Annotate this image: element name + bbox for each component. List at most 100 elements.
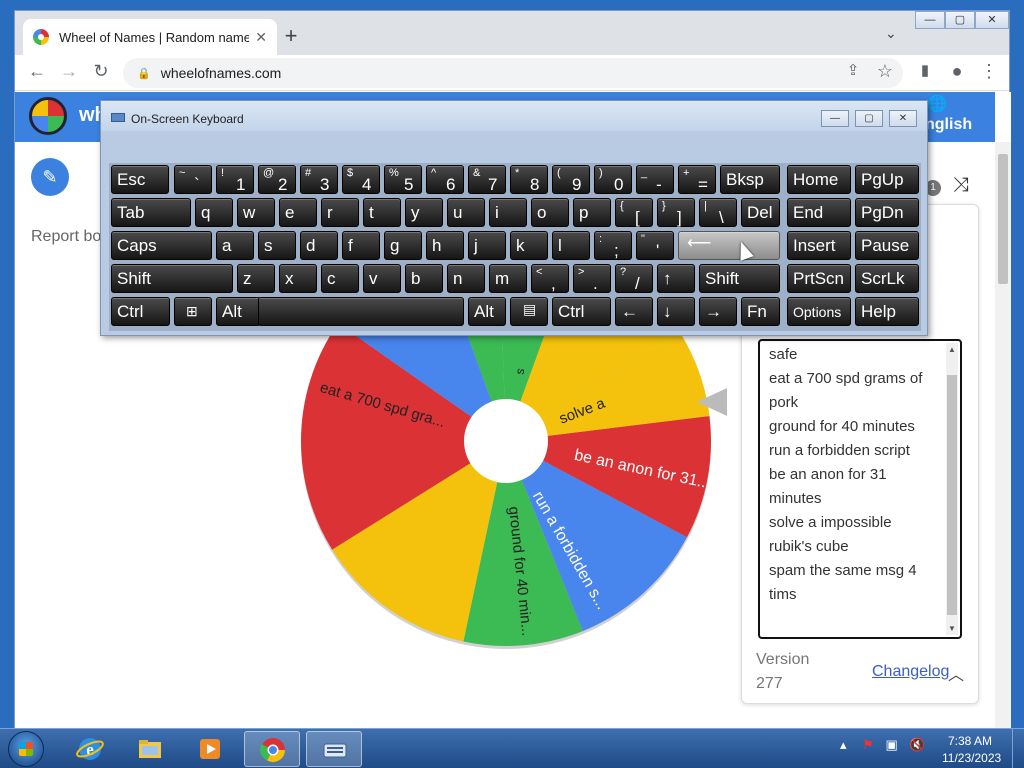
key-w[interactable]: w (237, 198, 275, 227)
minus-key[interactable]: _ - (636, 165, 674, 194)
share-icon[interactable]: ⇪ (841, 61, 865, 79)
minimize-button[interactable]: — (915, 11, 945, 29)
key-e[interactable]: e (279, 198, 317, 227)
windows-key[interactable]: ⊞ (174, 297, 212, 326)
osk-maximize-button[interactable]: ▢ (855, 110, 883, 127)
volume-muted-icon[interactable]: 🔇 (909, 737, 925, 752)
reload-icon[interactable]: ↻ (89, 61, 113, 82)
page-scrollbar[interactable] (995, 142, 1011, 729)
changelog-link[interactable]: Changelog (872, 663, 949, 681)
key-k[interactable]: k (510, 231, 548, 260)
backspace-key[interactable]: Bksp (720, 165, 780, 194)
bookmark-star-icon[interactable]: ☆ (873, 61, 897, 82)
scroll-down-icon[interactable]: ▼ (946, 624, 958, 633)
language-button[interactable]: nglish (925, 116, 972, 134)
forward-icon[interactable]: → (57, 61, 81, 82)
key-n2[interactable]: @2 (258, 165, 296, 194)
osk-title-bar[interactable]: On-Screen Keyboard — ▢ ✕ (101, 101, 927, 131)
arrow-up-key[interactable]: ↑ (657, 264, 695, 293)
tab-search-chevron-icon[interactable]: ⌄ (885, 25, 897, 42)
action-center-flag-icon[interactable]: ⚑ (862, 737, 874, 752)
equals-key[interactable]: + = (678, 165, 716, 194)
taskbar-on-screen-keyboard[interactable] (306, 731, 362, 767)
key-n8[interactable]: * 8 (510, 165, 548, 194)
entries-scrollbar-thumb[interactable] (947, 375, 957, 615)
key-o[interactable]: o (531, 198, 569, 227)
taskbar-file-explorer[interactable] (122, 731, 178, 767)
delete-key[interactable]: Del (741, 198, 780, 227)
ctrl-key-right[interactable]: Ctrl (552, 297, 611, 326)
period-key[interactable]: >. (573, 264, 611, 293)
key-f[interactable]: f (342, 231, 380, 260)
key-n7[interactable]: & 7 (468, 165, 506, 194)
arrow-left-key[interactable]: ← (615, 297, 653, 326)
osk-close-button[interactable]: ✕ (889, 110, 917, 127)
slash-key[interactable]: ? / (615, 264, 653, 293)
right-bracket-key[interactable]: }] (657, 198, 695, 227)
tray-expand-icon[interactable]: ▴ (840, 737, 847, 752)
options-button[interactable]: Options (787, 297, 851, 326)
key-u[interactable]: u (447, 198, 485, 227)
profile-icon[interactable]: ● (945, 61, 969, 82)
key-pause[interactable]: Pause (855, 231, 919, 260)
report-text[interactable]: Report bo (31, 228, 101, 246)
taskbar-internet-explorer[interactable]: e (62, 731, 118, 767)
key-b[interactable]: b (405, 264, 443, 293)
browser-tab[interactable]: Wheel of Names | Random name ✕ (23, 19, 277, 55)
arrow-right-key[interactable]: → (699, 297, 737, 326)
page-down-key[interactable]: PgDn (855, 198, 919, 227)
menu-dots-icon[interactable]: ⋮ (977, 61, 1001, 82)
key-n0[interactable]: ) 0 (594, 165, 632, 194)
clock-time[interactable]: 7:38 AM (948, 734, 992, 748)
key-n6[interactable]: ^ 6 (426, 165, 464, 194)
site-logo[interactable] (29, 97, 67, 135)
show-desktop-button[interactable] (1012, 729, 1024, 768)
page-up-key[interactable]: PgUp (855, 165, 919, 194)
key-g[interactable]: g (384, 231, 422, 260)
key-v[interactable]: v (363, 264, 401, 293)
network-icon[interactable]: ▣ (885, 737, 897, 752)
arrow-down-key[interactable]: ↓ (657, 297, 695, 326)
key-n1[interactable]: ! 1 (216, 165, 254, 194)
key-h[interactable]: h (426, 231, 464, 260)
key-i[interactable]: i (489, 198, 527, 227)
quote-key[interactable]: " ' (636, 231, 674, 260)
key-n3[interactable]: #3 (300, 165, 338, 194)
left-bracket-key[interactable]: {[ (615, 198, 653, 227)
page-scrollbar-thumb[interactable] (998, 154, 1008, 284)
key-home[interactable]: Home (787, 165, 851, 194)
shift-key-left[interactable]: Shift (111, 264, 233, 293)
key-a[interactable]: a (216, 231, 254, 260)
key-d[interactable]: d (300, 231, 338, 260)
alt-key-right[interactable]: Alt (468, 297, 506, 326)
key-fn[interactable]: Fn (741, 297, 780, 326)
shuffle-icon[interactable]: ⤨ (953, 174, 969, 197)
key-tab[interactable]: Tab (111, 198, 191, 227)
caps-lock-key[interactable]: Caps (111, 231, 212, 260)
new-tab-button[interactable]: + (277, 23, 305, 49)
key-q[interactable]: q (195, 198, 233, 227)
backtick-key[interactable]: ~ ` (174, 165, 212, 194)
taskbar-chrome[interactable] (244, 731, 300, 767)
side-panel-icon[interactable]: ▮ (913, 61, 937, 79)
key-z[interactable]: z (237, 264, 275, 293)
restore-button[interactable]: ▢ (945, 11, 975, 29)
address-bar[interactable]: 🔒 wheelofnames.com (123, 58, 903, 88)
close-window-button[interactable]: ✕ (975, 11, 1009, 29)
menu-key[interactable]: ▤ (510, 297, 548, 326)
edit-pencil-button[interactable]: ✎ (31, 158, 69, 196)
key-l[interactable]: l (552, 231, 590, 260)
escape-key[interactable]: Esc (111, 165, 169, 194)
alt-key-left[interactable]: Alt (216, 297, 261, 326)
key-insert[interactable]: Insert (787, 231, 851, 260)
tab-close-icon[interactable]: ✕ (255, 29, 267, 46)
clock-date[interactable]: 11/23/2023 (942, 751, 1001, 765)
backslash-key[interactable]: | \ (699, 198, 737, 227)
taskbar-media-player[interactable] (182, 731, 238, 767)
key-s[interactable]: s (258, 231, 296, 260)
back-icon[interactable]: ← (25, 61, 49, 82)
print-screen-key[interactable]: PrtScn (787, 264, 851, 293)
scroll-up-icon[interactable]: ▲ (946, 345, 958, 354)
key-end[interactable]: End (787, 198, 851, 227)
ctrl-key-left[interactable]: Ctrl (111, 297, 170, 326)
